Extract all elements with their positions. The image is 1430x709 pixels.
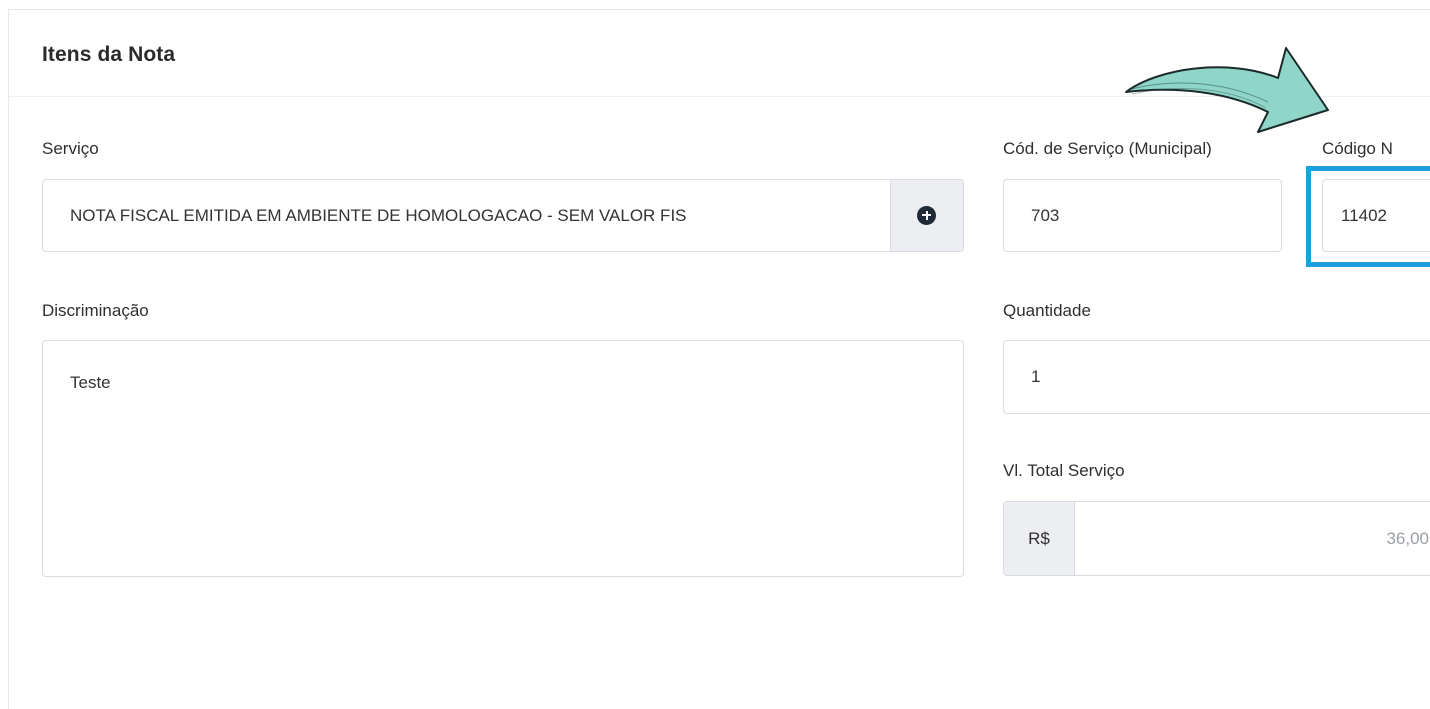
servico-value: NOTA FISCAL EMITIDA EM AMBIENTE DE HOMOL… — [70, 205, 687, 225]
add-servico-button[interactable] — [890, 180, 963, 251]
codigo-n-input[interactable]: 11402 — [1322, 179, 1430, 252]
servico-label: Serviço — [42, 139, 99, 158]
discriminacao-label: Discriminação — [42, 301, 149, 320]
currency-symbol: R$ — [1028, 528, 1050, 548]
quantidade-input[interactable]: 1 — [1003, 340, 1430, 414]
page: Itens da Nota Serviço NOTA FISCAL EMITID… — [0, 0, 1430, 709]
discriminacao-value: Teste — [70, 373, 111, 392]
servico-field[interactable]: NOTA FISCAL EMITIDA EM AMBIENTE DE HOMOL… — [42, 179, 964, 252]
cod-servico-input[interactable]: 703 — [1003, 179, 1282, 252]
cod-servico-value: 703 — [1031, 205, 1060, 225]
codigo-n-label: Código N — [1322, 139, 1393, 158]
quantidade-value: 1 — [1031, 367, 1041, 386]
currency-addon: R$ — [1004, 502, 1075, 575]
vl-total-input[interactable]: R$ 36,00 — [1003, 501, 1430, 576]
cod-servico-label: Cód. de Serviço (Municipal) — [1003, 139, 1212, 158]
plus-circle-icon — [917, 205, 936, 225]
annotation-arrow-icon — [1125, 47, 1329, 133]
card-title: Itens da Nota — [42, 43, 176, 66]
vl-total-value: 36,00 — [1386, 528, 1429, 548]
codigo-n-value: 11402 — [1341, 205, 1388, 225]
quantidade-label: Quantidade — [1003, 301, 1091, 320]
vl-total-label: Vl. Total Serviço — [1003, 461, 1125, 480]
discriminacao-textarea[interactable]: Teste — [42, 340, 964, 577]
